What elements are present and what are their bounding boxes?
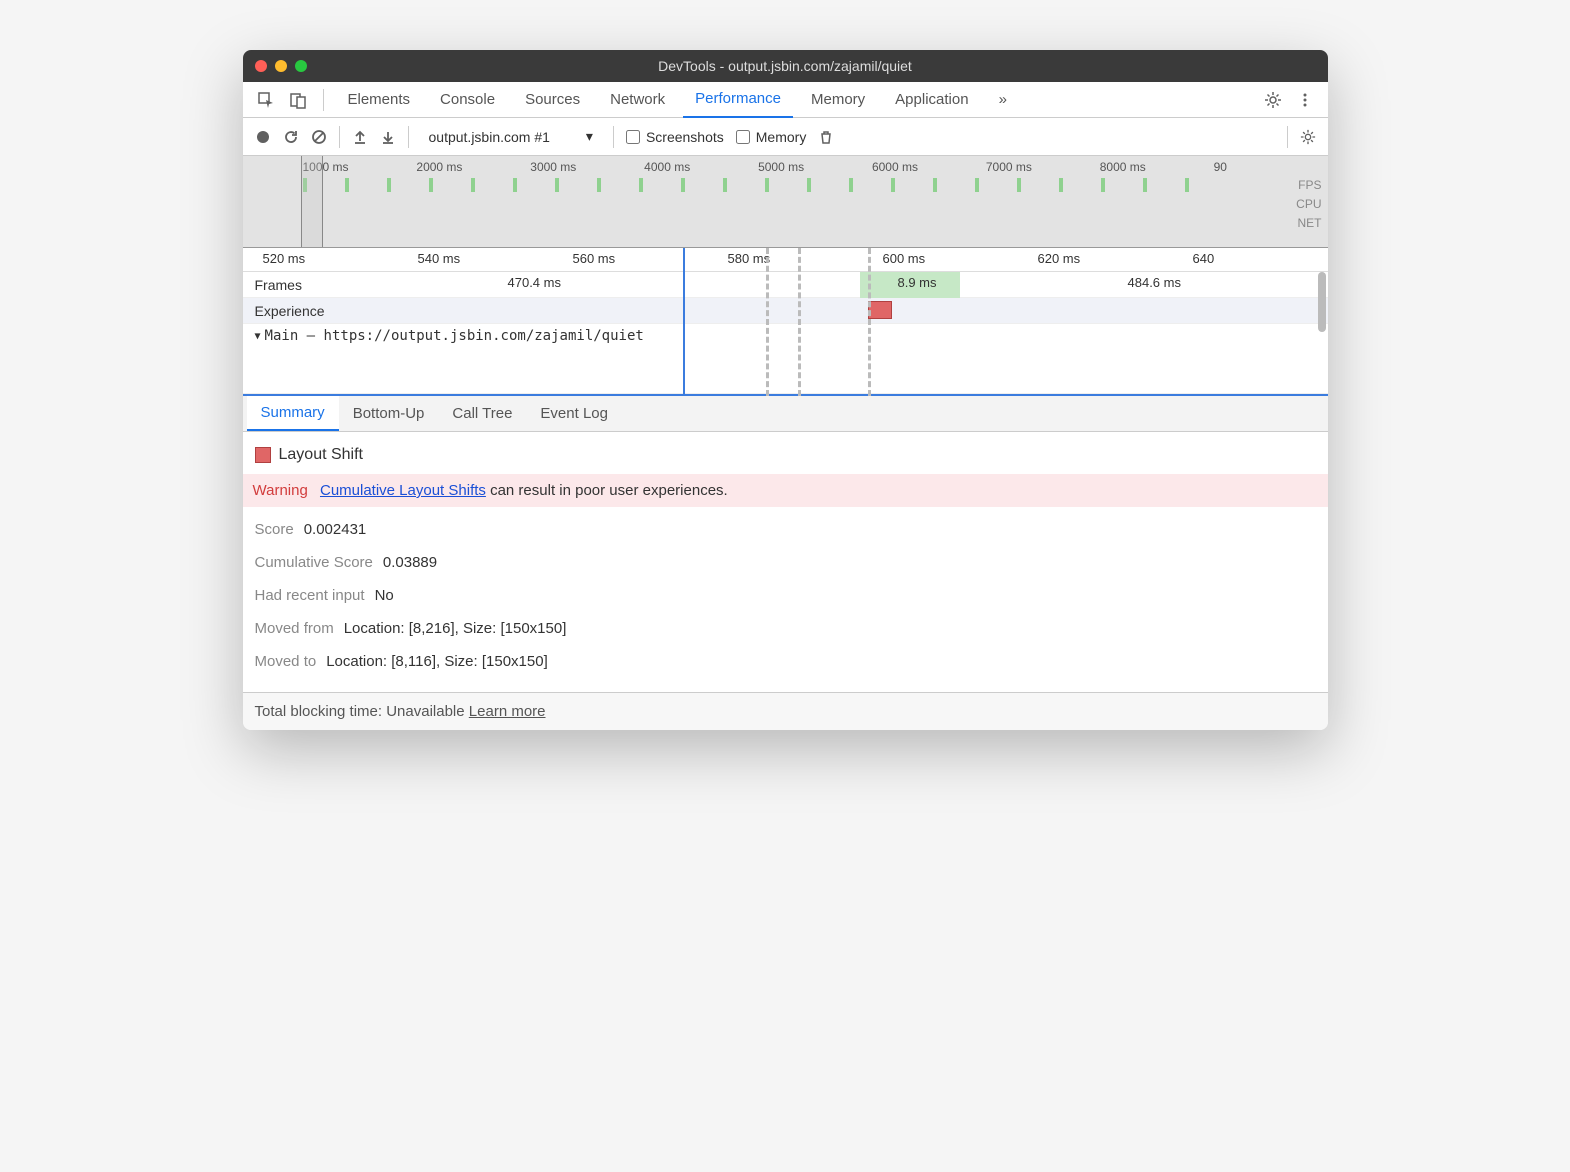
kv-value: 0.002431: [304, 521, 367, 538]
capture-settings-gear-icon[interactable]: [1300, 129, 1316, 145]
screenshots-checkbox[interactable]: Screenshots: [626, 129, 724, 145]
overview-selection-window[interactable]: [301, 156, 323, 247]
flamechart-area[interactable]: 520 ms540 ms 560 ms580 ms 600 ms620 ms 6…: [243, 248, 1328, 396]
tabs-overflow[interactable]: »: [987, 82, 1019, 118]
event-title: Layout Shift: [279, 446, 364, 464]
recording-select[interactable]: output.jsbin.com #1 ▾: [421, 128, 601, 145]
device-toolbar-icon[interactable]: [285, 87, 311, 113]
learn-more-link[interactable]: Learn more: [469, 703, 546, 720]
summary-panel: Layout Shift Warning Cumulative Layout S…: [243, 432, 1328, 678]
devtools-window: DevTools - output.jsbin.com/zajamil/quie…: [243, 50, 1328, 730]
frames-track-label: Frames: [243, 272, 338, 297]
reload-button[interactable]: [283, 129, 299, 145]
window-title: DevTools - output.jsbin.com/zajamil/quie…: [243, 58, 1328, 74]
record-button[interactable]: [255, 129, 271, 145]
frames-track[interactable]: Frames 470.4 ms 8.9 ms 484.6 ms: [243, 272, 1328, 298]
kv-key: Moved to: [255, 653, 317, 670]
cls-doc-link[interactable]: Cumulative Layout Shifts: [320, 482, 486, 499]
flamechart-ruler: 520 ms540 ms 560 ms580 ms 600 ms620 ms 6…: [243, 248, 1328, 272]
tab-performance[interactable]: Performance: [683, 82, 793, 118]
main-thread-label: Main — https://output.jsbin.com/zajamil/…: [265, 328, 644, 344]
disclosure-triangle-icon[interactable]: ▼: [255, 331, 261, 342]
more-menu-icon[interactable]: [1292, 87, 1318, 113]
recording-name: output.jsbin.com #1: [429, 129, 550, 145]
frame-boundary: [868, 248, 871, 396]
panel-tabs: Elements Console Sources Network Perform…: [243, 82, 1328, 118]
event-color-swatch: [255, 447, 271, 463]
kv-value: No: [375, 587, 394, 604]
main-thread-track[interactable]: ▼ Main — https://output.jsbin.com/zajamil…: [243, 324, 1328, 394]
kv-value: Location: [8,116], Size: [150x150]: [326, 653, 548, 670]
frame-boundary: [766, 248, 769, 396]
playhead-line: [683, 248, 685, 396]
divider: [323, 89, 324, 111]
overview-ruler: 1000 ms2000 ms 3000 ms4000 ms 5000 ms600…: [243, 156, 1328, 174]
footer: Total blocking time: Unavailable Learn m…: [243, 692, 1328, 730]
save-profile-icon[interactable]: [380, 129, 396, 145]
tab-application[interactable]: Application: [883, 82, 980, 118]
kv-key: Moved from: [255, 620, 334, 637]
frame-duration: 484.6 ms: [1128, 275, 1181, 290]
tab-memory[interactable]: Memory: [799, 82, 877, 118]
performance-toolbar: output.jsbin.com #1 ▾ Screenshots Memory: [243, 118, 1328, 156]
tab-event-log[interactable]: Event Log: [526, 396, 622, 431]
details-tabs: Summary Bottom-Up Call Tree Event Log: [243, 396, 1328, 432]
titlebar: DevTools - output.jsbin.com/zajamil/quie…: [243, 50, 1328, 82]
tab-console[interactable]: Console: [428, 82, 507, 118]
overview-fps-bars: [303, 178, 1268, 194]
collect-garbage-icon[interactable]: [818, 129, 834, 145]
frame-duration: 8.9 ms: [898, 275, 937, 290]
tab-bottom-up[interactable]: Bottom-Up: [339, 396, 439, 431]
clear-button[interactable]: [311, 129, 327, 145]
layout-shift-block[interactable]: [868, 301, 892, 319]
memory-checkbox[interactable]: Memory: [736, 129, 807, 145]
warning-label: Warning: [253, 482, 308, 499]
tab-elements[interactable]: Elements: [336, 82, 423, 118]
warning-banner: Warning Cumulative Layout Shifts can res…: [243, 474, 1328, 507]
tab-network[interactable]: Network: [598, 82, 677, 118]
tab-summary[interactable]: Summary: [247, 396, 339, 431]
kv-key: Had recent input: [255, 587, 365, 604]
dropdown-triangle-icon: ▾: [586, 128, 593, 145]
kv-key: Score: [255, 521, 294, 538]
scrollbar-thumb[interactable]: [1318, 272, 1326, 332]
tbt-text: Total blocking time: Unavailable: [255, 703, 465, 720]
overview-lane-labels: FPS CPU NET: [1296, 176, 1321, 234]
kv-value: 0.03889: [383, 554, 437, 571]
timeline-overview[interactable]: 1000 ms2000 ms 3000 ms4000 ms 5000 ms600…: [243, 156, 1328, 248]
warning-text: can result in poor user experiences.: [486, 482, 728, 499]
frame-boundary: [798, 248, 801, 396]
tab-call-tree[interactable]: Call Tree: [438, 396, 526, 431]
tab-sources[interactable]: Sources: [513, 82, 592, 118]
kv-value: Location: [8,216], Size: [150x150]: [344, 620, 567, 637]
experience-track-label: Experience: [243, 298, 338, 323]
experience-track[interactable]: Experience: [243, 298, 1328, 324]
settings-gear-icon[interactable]: [1260, 87, 1286, 113]
inspect-element-icon[interactable]: [253, 87, 279, 113]
kv-key: Cumulative Score: [255, 554, 373, 571]
load-profile-icon[interactable]: [352, 129, 368, 145]
frame-duration: 470.4 ms: [508, 275, 561, 290]
